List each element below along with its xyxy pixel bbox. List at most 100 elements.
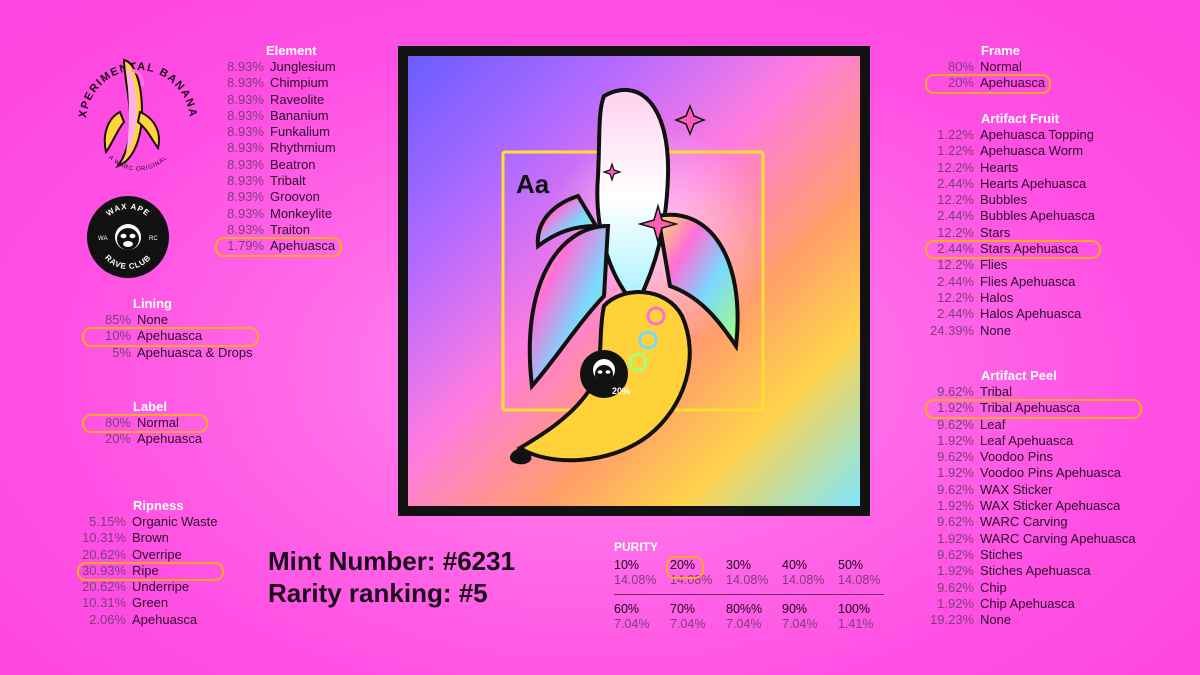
lining-title: Lining bbox=[133, 296, 172, 311]
trait-percent: 5% bbox=[112, 344, 131, 360]
trait-row: 2.44% Hearts Apehuasca bbox=[930, 176, 1095, 192]
trait-row: 20.62% Overripe bbox=[82, 547, 218, 563]
trait-label: Flies Apehuasca bbox=[980, 273, 1076, 289]
trait-row: 8.93% Groovon bbox=[220, 189, 336, 205]
artifact-peel-section: Artifact Peel 9.62% Tribal 1.92% Tribal Ape… bbox=[925, 368, 1142, 628]
trait-row: 19.23% None bbox=[930, 612, 1136, 628]
purity-level: 30% bbox=[726, 558, 752, 572]
trait-label: Stiches bbox=[980, 546, 1023, 562]
trait-percent: 1.92% bbox=[937, 400, 974, 416]
artifact-fruit-section: Artifact Fruit 1.22% Apehuasca Topping 1.2… bbox=[925, 111, 1101, 339]
trait-row: 30.93% Ripe bbox=[77, 561, 223, 582]
trait-percent: 1.92% bbox=[937, 595, 974, 611]
trait-row: 8.93% Junglesium bbox=[220, 59, 336, 75]
svg-text:RC: RC bbox=[149, 236, 158, 242]
trait-percent: 8.93% bbox=[227, 156, 264, 172]
trait-label: Bananium bbox=[270, 107, 329, 123]
ripeness-title: Ripness bbox=[133, 498, 184, 513]
trait-percent: 2.44% bbox=[937, 273, 974, 289]
trait-percent: 9.62% bbox=[937, 449, 974, 465]
trait-label: Flies bbox=[980, 257, 1008, 273]
trait-row: 80% Normal bbox=[930, 59, 1045, 75]
trait-label: Leaf Apehuasca bbox=[980, 432, 1074, 448]
purity-level: 80%% bbox=[726, 602, 763, 616]
purity-row-2: 60% 70% 80%% 90% 100% 7.04% 7.04% 7.04% 7.04% 1.4… bbox=[614, 602, 889, 632]
trait-row: 8.93% Chimpium bbox=[220, 75, 336, 91]
trait-label: WAX Sticker Apehuasca bbox=[980, 498, 1121, 514]
trait-row: 1.22% Apehuasca Topping bbox=[930, 127, 1095, 143]
trait-percent: 9.62% bbox=[937, 416, 974, 432]
trait-percent: 80% bbox=[104, 415, 131, 430]
trait-row: 8.93% Beatron bbox=[220, 157, 336, 173]
trait-row: 20.62% Underripe bbox=[82, 579, 218, 595]
element-list: 8.93% Junglesium 8.93% Chimpium 8.93% Raveoli… bbox=[215, 59, 342, 257]
trait-row: 80% Normal bbox=[81, 413, 209, 434]
trait-label: WAX Sticker bbox=[980, 481, 1053, 497]
svg-text:A WARC ORIGINAL: A WARC ORIGINAL bbox=[107, 155, 169, 173]
artifact-peel-list: 9.62% Tribal 1.92% Tribal Apehuasca 9.62% Lea… bbox=[925, 384, 1142, 628]
trait-label: Apehuasca bbox=[137, 328, 203, 344]
trait-label: Voodoo Pins Apehuasca bbox=[980, 465, 1121, 481]
trait-percent: 8.93% bbox=[227, 124, 264, 140]
trait-percent: 1.92% bbox=[937, 432, 974, 448]
trait-percent: 2.44% bbox=[937, 208, 974, 224]
trait-label: Stars Apehuasca bbox=[980, 241, 1079, 257]
trait-row: 24.39% None bbox=[930, 323, 1095, 339]
trait-label: Hearts bbox=[980, 159, 1019, 175]
trait-label: Halos bbox=[980, 289, 1014, 305]
trait-label: Raveolite bbox=[270, 91, 325, 107]
trait-row: 10.31% Green bbox=[82, 595, 218, 611]
trait-row: 1.92% Chip Apehuasca bbox=[930, 596, 1136, 612]
trait-percent: 20% bbox=[104, 431, 131, 447]
trait-label: Organic Waste bbox=[132, 514, 218, 529]
trait-percent: 10.31% bbox=[82, 530, 127, 546]
trait-percent: 8.93% bbox=[227, 205, 264, 221]
trait-row: 2.44% Flies Apehuasca bbox=[930, 274, 1095, 290]
mint-info: Mint Number: #6231 Rarity ranking: #5 bbox=[268, 545, 515, 609]
trait-row: 1.92% Tribal Apehuasca bbox=[925, 399, 1142, 419]
purity-level: 100% bbox=[838, 602, 870, 616]
purity-percent: 14.08% bbox=[726, 573, 769, 587]
trait-label: Traiton bbox=[270, 221, 310, 237]
trait-label: Apehuasca bbox=[270, 238, 336, 254]
trait-label: Apehuasca Topping bbox=[980, 127, 1094, 142]
trait-percent: 24.39% bbox=[930, 322, 975, 338]
purity-row-1: 10% 20% 30% 40% 50% 14.08% 14.08% 14.08% 14.08% 1… bbox=[614, 556, 889, 588]
svg-text:WA: WA bbox=[98, 236, 107, 242]
trait-row: 10% Apehuasca bbox=[82, 327, 259, 347]
trait-percent: 8.93% bbox=[227, 173, 264, 189]
trait-row: 12.2% Stars bbox=[930, 225, 1095, 241]
trait-label: Apehuasca bbox=[132, 611, 198, 627]
trait-percent: 2.44% bbox=[937, 241, 974, 257]
trait-percent: 1.92% bbox=[937, 498, 974, 514]
trait-percent: 12.2% bbox=[937, 192, 974, 208]
wax-ape-rave-club-badge: WAX APE RAVE CLUB WA RC bbox=[86, 195, 170, 279]
trait-row: 12.2% Flies bbox=[930, 257, 1095, 273]
trait-percent: 9.62% bbox=[937, 384, 974, 399]
trait-row: 8.93% Tribalt bbox=[220, 173, 336, 189]
trait-row: 2.44% Stars Apehuasca bbox=[925, 240, 1101, 260]
trait-percent: 9.62% bbox=[937, 481, 974, 497]
ripeness-list: 5.15% Organic Waste 10.31% Brown 20.62% Overr… bbox=[77, 514, 223, 628]
trait-percent: 19.23% bbox=[930, 612, 975, 628]
trait-percent: 9.62% bbox=[937, 546, 974, 562]
trait-label: Apehuasca bbox=[980, 75, 1046, 91]
trait-percent: 20% bbox=[947, 75, 974, 91]
trait-percent: 85% bbox=[104, 312, 131, 327]
trait-label: Normal bbox=[137, 415, 179, 430]
trait-row: 2.44% Bubbles Apehuasca bbox=[930, 208, 1095, 224]
label-sticker: 20% bbox=[612, 386, 630, 396]
lining-list: 85% None 10% Apehuasca 5% Apehuasca & Drops bbox=[82, 312, 259, 361]
trait-row: 8.93% Raveolite bbox=[220, 92, 336, 108]
trait-percent: 20.62% bbox=[82, 579, 127, 595]
trait-row: 9.62% Stiches bbox=[930, 547, 1136, 563]
trait-percent: 10.31% bbox=[82, 595, 127, 611]
purity-divider bbox=[614, 594, 884, 595]
trait-label: WARC Carving bbox=[980, 514, 1068, 530]
trait-label: Groovon bbox=[270, 189, 320, 205]
trait-label: Halos Apehuasca bbox=[980, 306, 1082, 322]
trait-percent: 2.44% bbox=[937, 306, 974, 322]
artifact-peel-title: Artifact Peel bbox=[981, 368, 1057, 383]
trait-percent: 1.92% bbox=[937, 530, 974, 546]
purity-title: PURITY bbox=[614, 540, 659, 554]
